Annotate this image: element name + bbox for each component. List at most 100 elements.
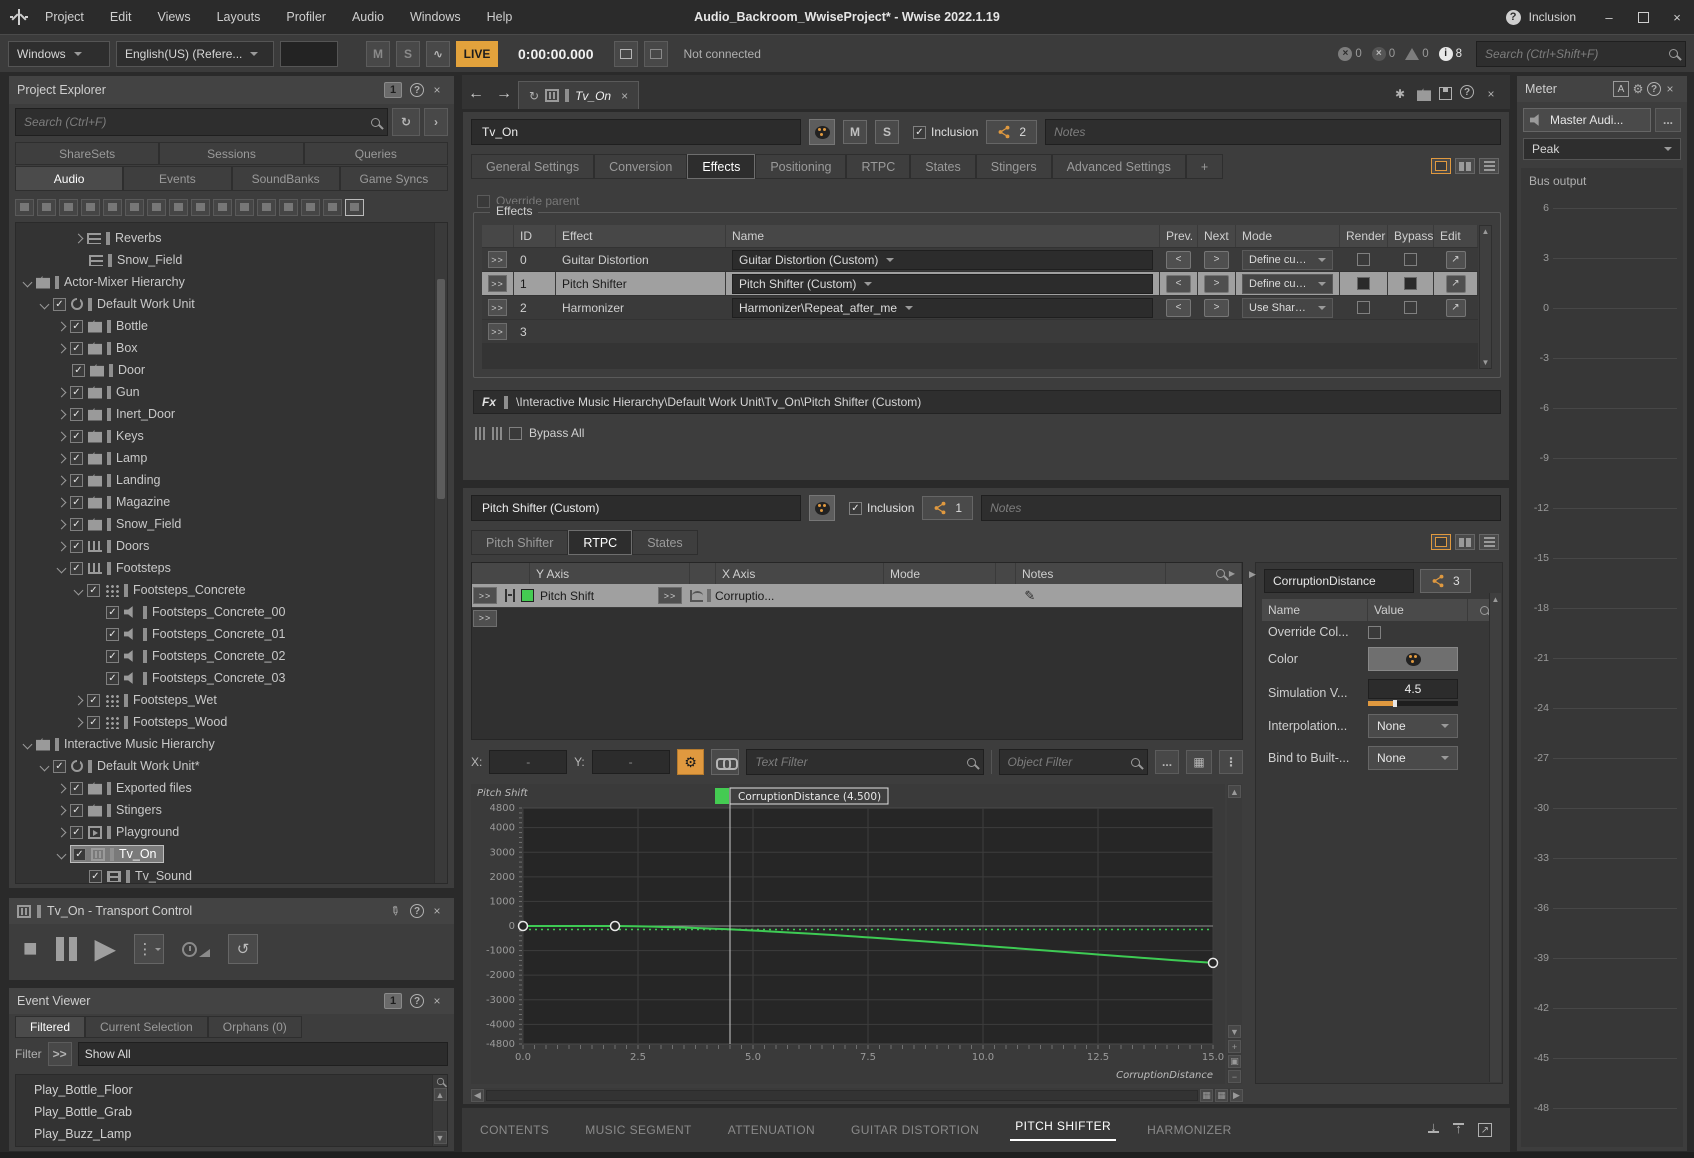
sharesets-button[interactable]: 2	[986, 120, 1037, 144]
help-icon[interactable]: ?	[1460, 85, 1474, 99]
sharesets-button[interactable]: 1	[922, 496, 973, 520]
menu-layouts[interactable]: Layouts	[204, 0, 274, 34]
property-dropdown[interactable]: None	[1368, 746, 1458, 770]
more-options-button[interactable]: ...	[1155, 750, 1179, 774]
close-icon[interactable]: ×	[1661, 80, 1679, 98]
tab-stingers[interactable]: Stingers	[976, 154, 1052, 179]
chevron-right-icon[interactable]	[74, 233, 84, 243]
menu-audio[interactable]: Audio	[339, 0, 397, 34]
scroll-up-icon[interactable]: ▲	[434, 1088, 447, 1101]
event-item-play-buzz-lamp[interactable]: Play_Buzz_Lamp	[16, 1123, 447, 1145]
row-handle[interactable]: >>	[488, 323, 507, 340]
motion-source-icon[interactable]	[235, 199, 254, 216]
chevron-down-icon[interactable]	[74, 585, 84, 595]
switch-container-icon[interactable]	[169, 199, 188, 216]
remote-platform-box[interactable]	[280, 41, 338, 67]
tab-rtpc[interactable]: RTPC	[846, 154, 910, 179]
tree-item-checkbox[interactable]	[70, 826, 83, 839]
chevron-right-icon[interactable]	[57, 475, 67, 485]
view-split-button[interactable]	[1455, 534, 1475, 550]
tree-item-checkbox[interactable]	[106, 672, 119, 685]
chevron-right-icon[interactable]	[57, 783, 67, 793]
tree-item-footsteps-concrete-03[interactable]: Footsteps_Concrete_03	[16, 667, 434, 689]
play-button[interactable]: ▶	[95, 935, 117, 963]
row-handle[interactable]: >>	[488, 299, 507, 316]
simulation-value-control[interactable]: 4.5	[1368, 679, 1458, 706]
bottom-tab-pitch-shifter[interactable]: PITCH SHIFTER	[1015, 1119, 1111, 1141]
view-list-button[interactable]	[1479, 534, 1499, 550]
filter-expand-button[interactable]: >>	[48, 1042, 72, 1066]
blend-container-icon[interactable]	[103, 199, 122, 216]
aux-bus-icon[interactable]	[279, 199, 298, 216]
tab-sessions[interactable]: Sessions	[159, 142, 303, 165]
tab-effects[interactable]: Effects	[687, 154, 755, 179]
chart-horizontal-scrollbar[interactable]: ◀ ▦ ▦ ▶	[471, 1088, 1243, 1103]
solo-button[interactable]: S	[396, 41, 420, 67]
tree-item-footsteps-concrete[interactable]: Footsteps_Concrete	[16, 579, 434, 601]
explorer-search-input[interactable]	[15, 108, 388, 136]
menu-views[interactable]: Views	[144, 0, 203, 34]
close-icon[interactable]: ×	[428, 81, 446, 99]
object-name-field[interactable]: Tv_On	[471, 119, 801, 145]
actor-mixer-icon[interactable]	[81, 199, 100, 216]
tree-item-default-work-unit[interactable]: Default Work Unit	[16, 293, 434, 315]
y-value-field[interactable]: -	[592, 750, 670, 774]
curve-point[interactable]	[519, 922, 528, 931]
search-icon[interactable]	[1480, 606, 1489, 615]
tree-item-default-work-unit[interactable]: Default Work Unit*	[16, 755, 434, 777]
game-object-mode-button[interactable]: ⚙	[677, 749, 705, 775]
tree-item-doors[interactable]: Doors	[16, 535, 434, 557]
tree-item-footsteps-concrete-01[interactable]: Footsteps_Concrete_01	[16, 623, 434, 645]
page-icon[interactable]: ▦	[1200, 1089, 1213, 1102]
loop-playback-button[interactable]: ↺	[228, 934, 258, 964]
tree-item-box[interactable]: Box	[16, 337, 434, 359]
view-single-button[interactable]	[1431, 534, 1451, 550]
next-effect-button[interactable]: >	[1204, 275, 1229, 293]
remote-sync-button[interactable]	[644, 41, 668, 67]
scrollbar-track[interactable]	[486, 1090, 1198, 1101]
bypass-checkbox[interactable]	[1404, 253, 1417, 266]
tree-item-checkbox[interactable]	[70, 408, 83, 421]
effect-row-3[interactable]: >>3	[482, 319, 1478, 343]
save-icon[interactable]	[1439, 87, 1452, 100]
tree-item-exported-files[interactable]: Exported files	[16, 777, 434, 799]
zoom-fit-icon[interactable]: ▣	[1228, 1055, 1241, 1068]
work-unit-icon[interactable]	[15, 199, 34, 216]
tree-item-footsteps-wood[interactable]: Footsteps_Wood	[16, 711, 434, 733]
effect-mode-dropdown[interactable]: Define cust...	[1242, 250, 1333, 270]
tree-item-checkbox[interactable]	[70, 804, 83, 817]
master-bus-button[interactable]: Master Audi...	[1523, 108, 1651, 132]
tab-filtered[interactable]: Filtered	[15, 1016, 85, 1038]
virtual-folder-icon[interactable]	[59, 199, 78, 216]
prev-effect-button[interactable]: <	[1166, 299, 1191, 317]
help-icon[interactable]: ?	[1647, 82, 1661, 96]
tree-item-checkbox[interactable]	[70, 562, 83, 575]
menu-windows[interactable]: Windows	[397, 0, 474, 34]
tab-item[interactable]: +	[1186, 154, 1223, 179]
menu-help[interactable]: Help	[474, 0, 526, 34]
view-single-button[interactable]	[1431, 158, 1451, 174]
simulation-value-slider[interactable]	[1368, 701, 1458, 706]
prev-effect-button[interactable]: <	[1166, 275, 1191, 293]
chevron-right-icon[interactable]	[74, 695, 84, 705]
search-icon[interactable]	[1216, 569, 1225, 578]
layout-star-icon[interactable]: ✱	[1391, 85, 1409, 103]
close-icon[interactable]: ×	[428, 902, 446, 920]
tree-item-stingers[interactable]: Stingers	[16, 799, 434, 821]
curve-select-button[interactable]: ▦	[1186, 750, 1212, 774]
tab-states[interactable]: States	[632, 530, 697, 555]
event-item-play-bottle-grab[interactable]: Play_Bottle_Grab	[16, 1101, 447, 1123]
message-counter[interactable]: i8	[1439, 47, 1462, 61]
game-parameter-name[interactable]: CorruptionDistance	[1264, 569, 1414, 593]
rtpc-row-pitch-shift[interactable]: >>Pitch Shift>>Corruptio...✎	[472, 584, 1242, 607]
effect-mode-dropdown[interactable]: Use ShareS...	[1242, 298, 1333, 318]
attenuation-icon[interactable]: A	[1613, 81, 1629, 97]
text-filter-input[interactable]	[746, 749, 983, 775]
tree-item-interactive-music-hierarchy[interactable]: Interactive Music Hierarchy	[16, 733, 434, 755]
bottom-tab-music-segment[interactable]: MUSIC SEGMENT	[585, 1123, 692, 1137]
menu-project[interactable]: Project	[32, 0, 97, 34]
original-time-icon[interactable]	[182, 942, 210, 957]
edit-notes-icon[interactable]: ✎	[1024, 588, 1035, 604]
tab-pitch-shifter[interactable]: Pitch Shifter	[471, 530, 568, 555]
splitter-arrow-icon[interactable]: ▶	[1229, 569, 1235, 578]
